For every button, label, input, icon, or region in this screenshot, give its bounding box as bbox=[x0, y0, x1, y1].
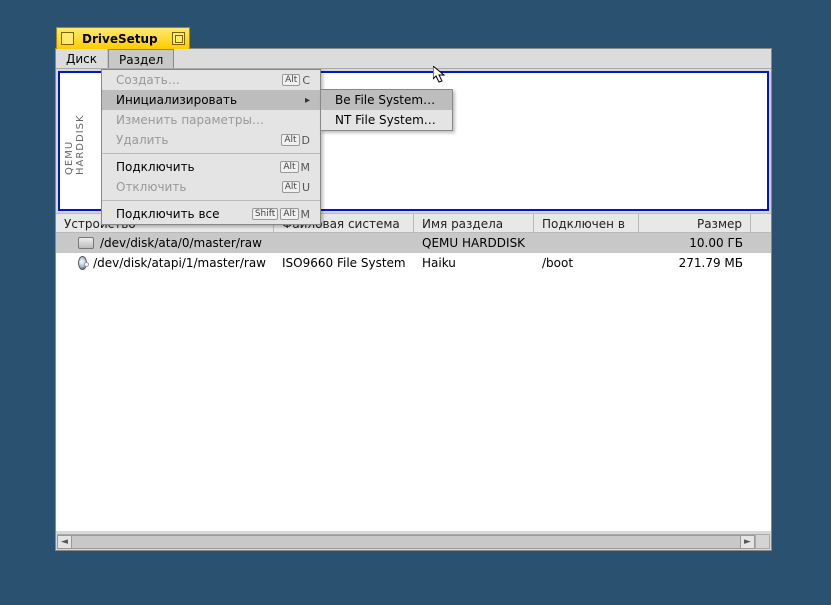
titlebar[interactable]: DriveSetup bbox=[56, 27, 190, 49]
menu-delete[interactable]: Удалить AltD bbox=[102, 130, 320, 150]
window: DriveSetup Диск Раздел QEMU HARDDISK Уст… bbox=[55, 48, 772, 551]
menu-mount-all[interactable]: Подключить все ShiftAltM bbox=[102, 204, 320, 224]
menu-create[interactable]: Создать… AltC bbox=[102, 70, 320, 90]
cd-icon bbox=[78, 256, 87, 270]
submenu-ntfs[interactable]: NT File System… bbox=[321, 110, 452, 130]
window-title: DriveSetup bbox=[80, 32, 166, 46]
cell-size: 10.00 ГБ bbox=[639, 236, 751, 250]
menu-initialize[interactable]: Инициализировать ▸ Be File System… NT Fi… bbox=[102, 90, 320, 110]
scrollbar-horizontal[interactable]: ◄ ► bbox=[57, 534, 755, 549]
menubar: Диск Раздел bbox=[56, 49, 771, 69]
shortcut: AltU bbox=[282, 181, 310, 194]
initialize-submenu: Be File System… NT File System… bbox=[320, 89, 453, 131]
col-mount[interactable]: Подключен в bbox=[534, 214, 639, 232]
shortcut: ShiftAltM bbox=[252, 208, 310, 221]
shortcut: AltM bbox=[280, 161, 310, 174]
menu-separator bbox=[102, 153, 320, 154]
menu-disk[interactable]: Диск bbox=[56, 49, 108, 68]
resize-corner[interactable] bbox=[755, 534, 770, 549]
scroll-left-button[interactable]: ◄ bbox=[57, 535, 72, 549]
col-name[interactable]: Имя раздела bbox=[414, 214, 534, 232]
cell-fs: ISO9660 File System bbox=[274, 256, 414, 270]
menu-unmount[interactable]: Отключить AltU bbox=[102, 177, 320, 197]
shortcut: AltC bbox=[282, 74, 310, 87]
col-size[interactable]: Размер bbox=[639, 214, 751, 232]
shortcut: AltD bbox=[281, 134, 310, 147]
submenu-arrow-icon: ▸ bbox=[305, 95, 310, 106]
partition-menu: Создать… AltC Инициализировать ▸ Be File… bbox=[101, 69, 321, 225]
cell-size: 271.79 МБ bbox=[639, 256, 751, 270]
zoom-button[interactable] bbox=[172, 32, 185, 45]
harddisk-icon bbox=[78, 237, 94, 249]
cell-name: Haiku bbox=[414, 256, 534, 270]
cell-name: QEMU HARDDISK bbox=[414, 236, 534, 250]
cell-device: /dev/disk/atapi/1/master/raw bbox=[93, 256, 266, 270]
table-row[interactable]: /dev/disk/ata/0/master/raw QEMU HARDDISK… bbox=[56, 233, 771, 253]
close-button[interactable] bbox=[61, 32, 74, 45]
device-list: /dev/disk/ata/0/master/raw QEMU HARDDISK… bbox=[56, 233, 771, 531]
menu-separator bbox=[102, 200, 320, 201]
disk-map-label: QEMU HARDDISK bbox=[64, 107, 86, 175]
scroll-right-button[interactable]: ► bbox=[740, 535, 755, 549]
menu-partition[interactable]: Раздел bbox=[108, 49, 174, 68]
cell-mount: /boot bbox=[534, 256, 639, 270]
menu-mount[interactable]: Подключить AltM bbox=[102, 157, 320, 177]
menu-change-params[interactable]: Изменить параметры… bbox=[102, 110, 320, 130]
table-row[interactable]: /dev/disk/atapi/1/master/raw ISO9660 Fil… bbox=[56, 253, 771, 273]
cell-device: /dev/disk/ata/0/master/raw bbox=[100, 236, 262, 250]
scroll-track[interactable] bbox=[72, 535, 740, 549]
submenu-bfs[interactable]: Be File System… bbox=[321, 90, 452, 110]
